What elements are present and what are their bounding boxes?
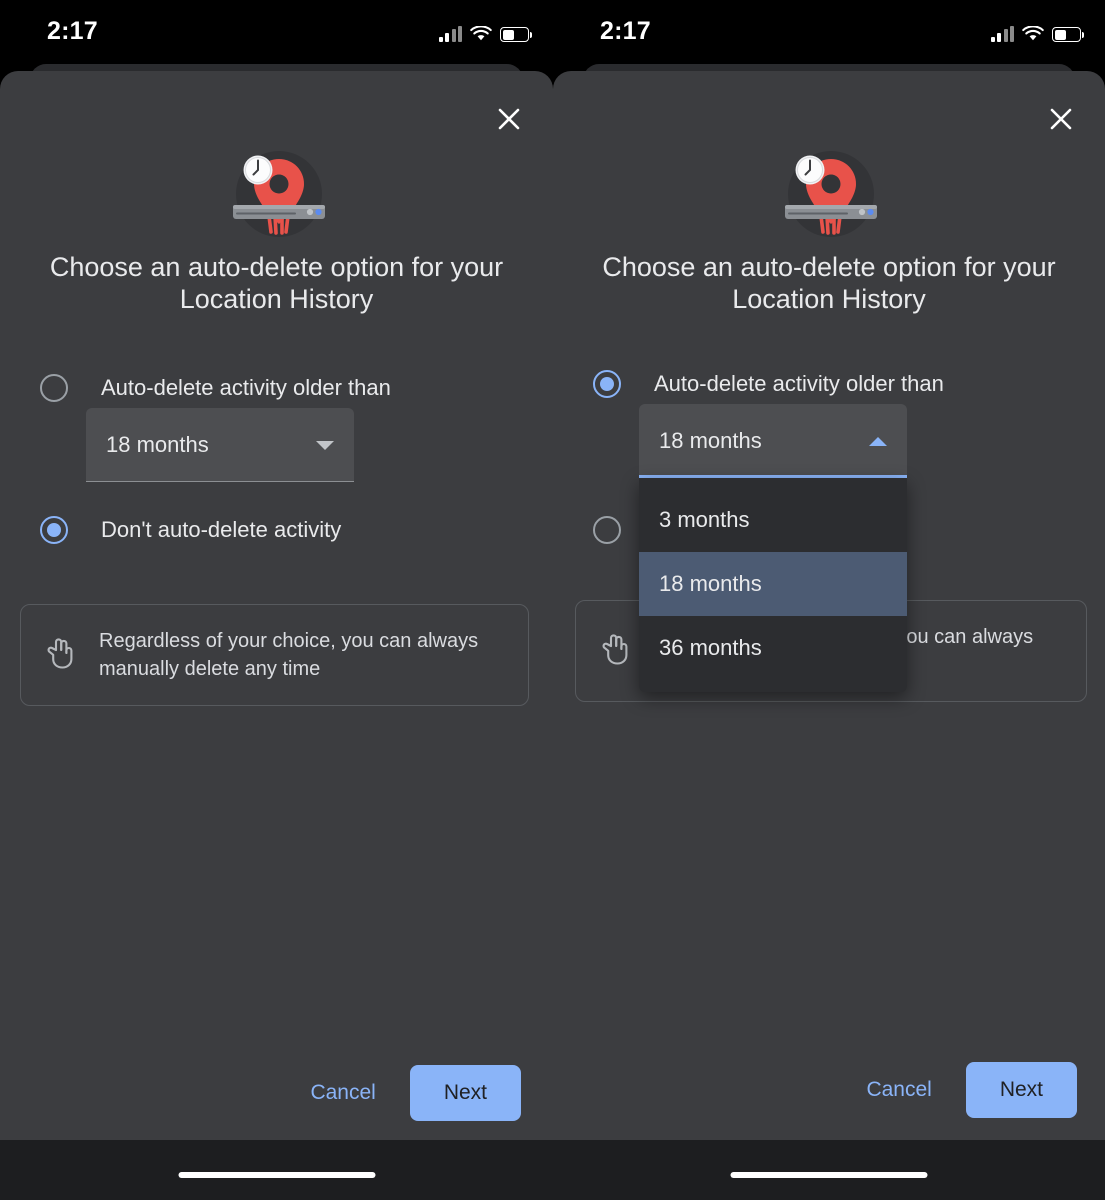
next-button[interactable]: Next — [409, 1065, 521, 1121]
two-finger-tap-icon — [45, 636, 77, 675]
home-indicator[interactable] — [178, 1172, 375, 1178]
radio-auto-delete-older-than[interactable] — [593, 370, 621, 398]
phone-screen-left: 2:17 Choose an auto-delete option for yo… — [0, 0, 553, 1200]
dropdown-option-18-months[interactable]: 18 months — [639, 552, 907, 616]
close-icon[interactable] — [487, 97, 531, 141]
option-dont-auto-delete[interactable] — [593, 516, 621, 544]
status-bar: 2:17 — [0, 0, 553, 60]
next-button[interactable]: Next — [965, 1062, 1077, 1118]
radio-auto-delete-older-than[interactable] — [40, 374, 68, 402]
dialog-footer: Cancel Next — [856, 1062, 1077, 1118]
retention-period-select[interactable]: 18 months — [86, 408, 354, 482]
radio-dont-auto-delete[interactable] — [40, 516, 68, 544]
option-label: Auto-delete activity older than — [654, 371, 944, 396]
status-bar: 2:17 — [553, 0, 1105, 60]
dropdown-option-36-months[interactable]: 36 months — [639, 616, 907, 680]
retention-period-select[interactable]: 18 months — [639, 404, 907, 478]
battery-icon — [500, 27, 532, 42]
option-dont-auto-delete[interactable]: Don't auto-delete activity — [40, 516, 341, 544]
option-label: Auto-delete activity older than — [101, 375, 391, 400]
status-indicators — [990, 20, 1084, 42]
status-indicators — [438, 20, 532, 42]
option-auto-delete-older-than[interactable]: Auto-delete activity older than — [40, 374, 391, 402]
dialog-footer: Cancel Next — [300, 1065, 521, 1121]
retention-period-value: 18 months — [106, 432, 209, 457]
status-time: 2:17 — [47, 17, 98, 45]
info-note-text: Regardless of your choice, you can alway… — [99, 630, 479, 680]
close-icon[interactable] — [1039, 97, 1083, 141]
map-pin-shredder-illustration — [222, 143, 332, 248]
map-pin-shredder-illustration — [774, 143, 884, 248]
cellular-bars-icon — [438, 26, 462, 42]
wifi-icon — [470, 25, 492, 42]
dropdown-option-3-months[interactable]: 3 months — [639, 488, 907, 552]
battery-icon — [1052, 27, 1084, 42]
retention-period-dropdown-menu[interactable]: 3 months 18 months 36 months — [639, 478, 907, 692]
phone-screen-right: 2:17 Choose an auto-delete option for yo… — [553, 0, 1105, 1200]
page-title: Choose an auto-delete option for your Lo… — [602, 252, 1056, 314]
two-finger-tap-icon — [600, 632, 632, 671]
auto-delete-dialog: Choose an auto-delete option for your Lo… — [553, 71, 1105, 1140]
cancel-button[interactable]: Cancel — [300, 1067, 385, 1119]
chevron-down-icon — [316, 440, 334, 450]
cellular-bars-icon — [990, 26, 1014, 42]
auto-delete-dialog: Choose an auto-delete option for your Lo… — [0, 71, 553, 1140]
home-indicator-area — [553, 1140, 1105, 1200]
cancel-button[interactable]: Cancel — [856, 1064, 941, 1116]
option-label: Don't auto-delete activity — [101, 517, 342, 542]
wifi-icon — [1022, 25, 1044, 42]
info-note: Regardless of your choice, you can alway… — [20, 604, 529, 706]
dual-screenshot-comparison: 2:17 Choose an auto-delete option for yo… — [0, 0, 1105, 1200]
home-indicator-area — [0, 1140, 553, 1200]
page-title: Choose an auto-delete option for your Lo… — [49, 252, 504, 314]
chevron-up-icon — [869, 436, 887, 446]
option-auto-delete-older-than[interactable]: Auto-delete activity older than — [593, 370, 944, 398]
radio-dont-auto-delete[interactable] — [593, 516, 621, 544]
home-indicator[interactable] — [730, 1172, 928, 1178]
status-time: 2:17 — [600, 17, 651, 45]
retention-period-value: 18 months — [659, 428, 762, 453]
